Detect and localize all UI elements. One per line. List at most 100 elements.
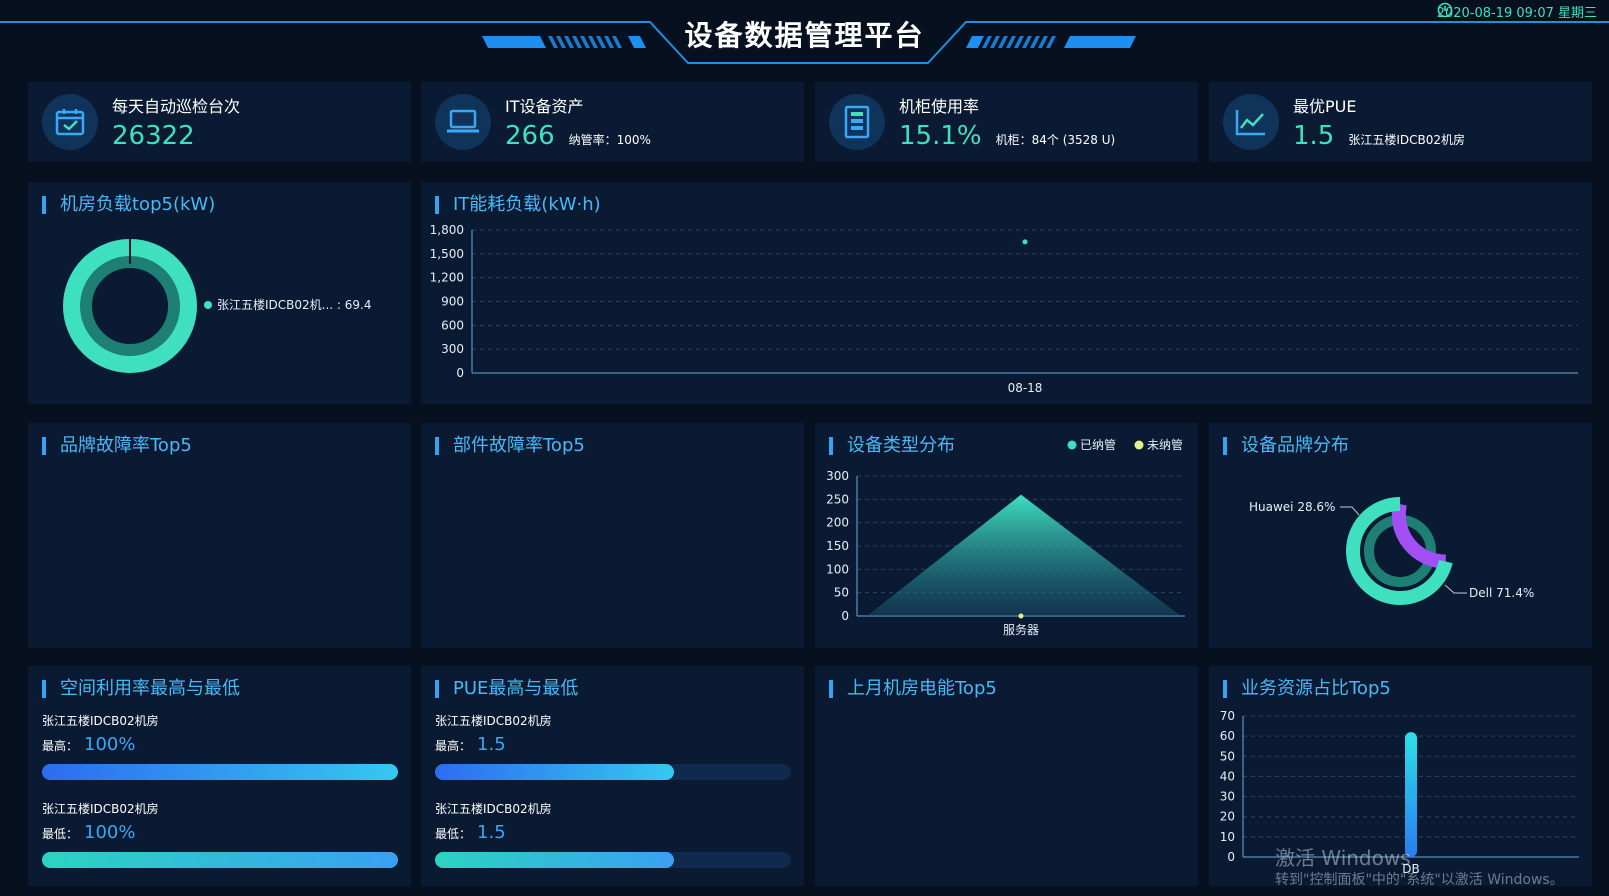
legend-dot-managed[interactable] bbox=[1067, 440, 1077, 450]
y-tick-label: 0 bbox=[456, 366, 464, 380]
space-low-bar bbox=[42, 852, 398, 868]
stat-value: 1.5 bbox=[1293, 121, 1335, 151]
legend-managed[interactable]: 已纳管 bbox=[1080, 437, 1116, 452]
stat-label: 机柜使用率 bbox=[899, 97, 980, 116]
y-tick-label: 1,200 bbox=[430, 271, 464, 285]
legend-dot bbox=[204, 301, 212, 309]
y-tick-label: 1,500 bbox=[430, 247, 464, 261]
laptop-icon bbox=[435, 94, 491, 150]
panel-room-load: 机房负载top5(kW) 张江五楼IDCB02机... : 69.4 bbox=[28, 182, 411, 404]
stat-label: 每天自动巡检台次 bbox=[112, 97, 241, 116]
it-energy-chart: 0 300 600 900 1,200 1,500 1,800 08-18 bbox=[430, 223, 1578, 395]
space-low-label: 最低： bbox=[42, 827, 79, 841]
datetime-text: 2020-08-19 09:07 星期三 bbox=[1436, 6, 1597, 21]
label-huawei: Huawei 28.6% bbox=[1249, 500, 1335, 514]
space-low-value: 100% bbox=[84, 822, 136, 843]
stat-label: IT设备资产 bbox=[505, 97, 584, 116]
space-high-bar bbox=[42, 764, 398, 780]
panel-it-energy: IT能耗负载(kW·h) 0 300 600 900 1,200 1,500 1,800 08… bbox=[421, 182, 1592, 404]
y-tick-label: 50 bbox=[1220, 749, 1235, 763]
y-tick-label: 300 bbox=[826, 469, 849, 483]
y-tick-label: 300 bbox=[441, 342, 464, 356]
space-high-bar-fill bbox=[42, 764, 398, 780]
windows-activation-hint: 转到"控制面板"中的"系统"以激活 Windows。 bbox=[1275, 872, 1564, 888]
y-tick-label: 10 bbox=[1220, 830, 1235, 844]
y-tick-label: 20 bbox=[1220, 810, 1235, 824]
stat-card-best-pue: 最优PUE 1.5 张江五楼IDCB02机房 bbox=[1209, 82, 1592, 162]
pue-high-row: 最高： 1.5 bbox=[435, 734, 506, 755]
device-type-chart: 已纳管 未纳管 0 50 100 150 200 250 300 服务器 bbox=[826, 437, 1185, 637]
stat-card-cabinet-usage: 机柜使用率 15.1% 机柜：84个 (3528 U) bbox=[815, 82, 1198, 162]
calendar-check-icon bbox=[42, 94, 98, 150]
space-low-bar-fill bbox=[42, 852, 398, 868]
pue-low-location: 张江五楼IDCB02机房 bbox=[435, 802, 552, 816]
area-series-managed bbox=[867, 494, 1181, 616]
pue-low-bar-fill bbox=[435, 852, 674, 868]
y-tick-label: 200 bbox=[826, 516, 849, 530]
panel-space-util: 空间利用率最高与最低 张江五楼IDCB02机房 最高： 100% 张江五楼IDC… bbox=[28, 666, 411, 886]
y-tick-label: 40 bbox=[1220, 769, 1235, 783]
pue-low-bar bbox=[435, 852, 791, 868]
y-tick-label: 1,800 bbox=[430, 223, 464, 237]
x-tick-label: 08-18 bbox=[1008, 381, 1043, 395]
space-low-location: 张江五楼IDCB02机房 bbox=[42, 802, 159, 816]
label-line-huawei bbox=[1340, 506, 1360, 516]
space-high-label: 最高： bbox=[42, 739, 79, 753]
stat-value: 26322 bbox=[112, 121, 195, 151]
panel-last-month-power: 上月机房电能Top5 bbox=[815, 666, 1198, 886]
panel-title: PUE最高与最低 bbox=[435, 680, 578, 698]
panel-title: 上月机房电能Top5 bbox=[829, 680, 997, 698]
datetime: 2020-08-19 09:07 星期三 bbox=[1437, 2, 1597, 21]
line-chart-icon bbox=[1223, 94, 1279, 150]
legend-unmanaged[interactable]: 未纳管 bbox=[1147, 437, 1183, 452]
stat-card-inspections: 每天自动巡检台次 26322 bbox=[28, 82, 411, 162]
legend-label: 张江五楼IDCB02机... : 69.4 bbox=[217, 297, 372, 312]
space-low-row: 最低： 100% bbox=[42, 822, 135, 843]
stat-value: 15.1% bbox=[899, 121, 982, 151]
y-tick-label: 600 bbox=[441, 318, 464, 332]
x-tick-label: 服务器 bbox=[1003, 622, 1039, 637]
panel-device-type: 设备类型分布 已纳管 未纳管 0 50 100 150 200 250 300 服务器 bbox=[815, 423, 1198, 648]
pue-high-label: 最高： bbox=[435, 739, 472, 753]
stat-value: 266 bbox=[505, 121, 555, 151]
y-tick-label: 30 bbox=[1220, 790, 1235, 804]
windows-activation-title: 激活 Windows bbox=[1275, 846, 1411, 870]
panel-part-fault: 部件故障率Top5 bbox=[421, 423, 804, 648]
y-tick-label: 70 bbox=[1220, 709, 1235, 723]
header: 设备数据管理平台 2020-08-19 09:07 星期三 bbox=[0, 0, 1609, 70]
pue-high-location: 张江五楼IDCB02机房 bbox=[435, 714, 552, 728]
panel-title: 部件故障率Top5 bbox=[435, 437, 585, 455]
y-tick-label: 0 bbox=[841, 609, 849, 623]
pue-low-label: 最低： bbox=[435, 827, 472, 841]
panel-brand-fault: 品牌故障率Top5 bbox=[28, 423, 411, 648]
panel-pue-range: PUE最高与最低 张江五楼IDCB02机房 最高： 1.5 张江五楼IDCB02… bbox=[421, 666, 804, 886]
panel-title: 空间利用率最高与最低 bbox=[42, 680, 240, 698]
space-high-row: 最高： 100% bbox=[42, 734, 135, 755]
pue-low-value: 1.5 bbox=[477, 822, 506, 843]
y-tick-label: 50 bbox=[834, 586, 849, 600]
stat-label: 最优PUE bbox=[1293, 97, 1357, 116]
stat-card-it-assets: IT设备资产 266 纳管率：100% bbox=[421, 82, 804, 162]
data-point-unmanaged bbox=[1018, 613, 1024, 619]
label-dell: Dell 71.4% bbox=[1469, 586, 1534, 600]
cabinet-icon bbox=[829, 94, 885, 150]
y-tick-label: 60 bbox=[1220, 729, 1235, 743]
bar-db bbox=[1405, 732, 1417, 857]
space-high-location: 张江五楼IDCB02机房 bbox=[42, 714, 159, 728]
stat-sub: 纳管率：100% bbox=[568, 133, 651, 147]
clock-icon bbox=[1437, 2, 1453, 18]
y-tick-label: 900 bbox=[441, 295, 464, 309]
y-tick-label: 250 bbox=[826, 492, 849, 506]
stat-sub: 机柜：84个 (3528 U) bbox=[995, 133, 1116, 147]
pie-inner-ring bbox=[80, 256, 180, 356]
y-tick-label: 0 bbox=[1227, 850, 1235, 864]
space-high-value: 100% bbox=[84, 734, 136, 755]
y-tick-label: 100 bbox=[826, 562, 849, 576]
legend-dot-unmanaged[interactable] bbox=[1134, 440, 1144, 450]
stat-sub: 张江五楼IDCB02机房 bbox=[1348, 133, 1466, 147]
data-point bbox=[1022, 239, 1028, 245]
device-brand-chart: Huawei 28.6% Dell 71.4% bbox=[1249, 497, 1534, 605]
pue-high-bar bbox=[435, 764, 791, 780]
label-line-dell bbox=[1444, 584, 1467, 594]
panel-device-brand: 设备品牌分布 Huawei 28.6% Dell 71.4% bbox=[1209, 423, 1592, 648]
